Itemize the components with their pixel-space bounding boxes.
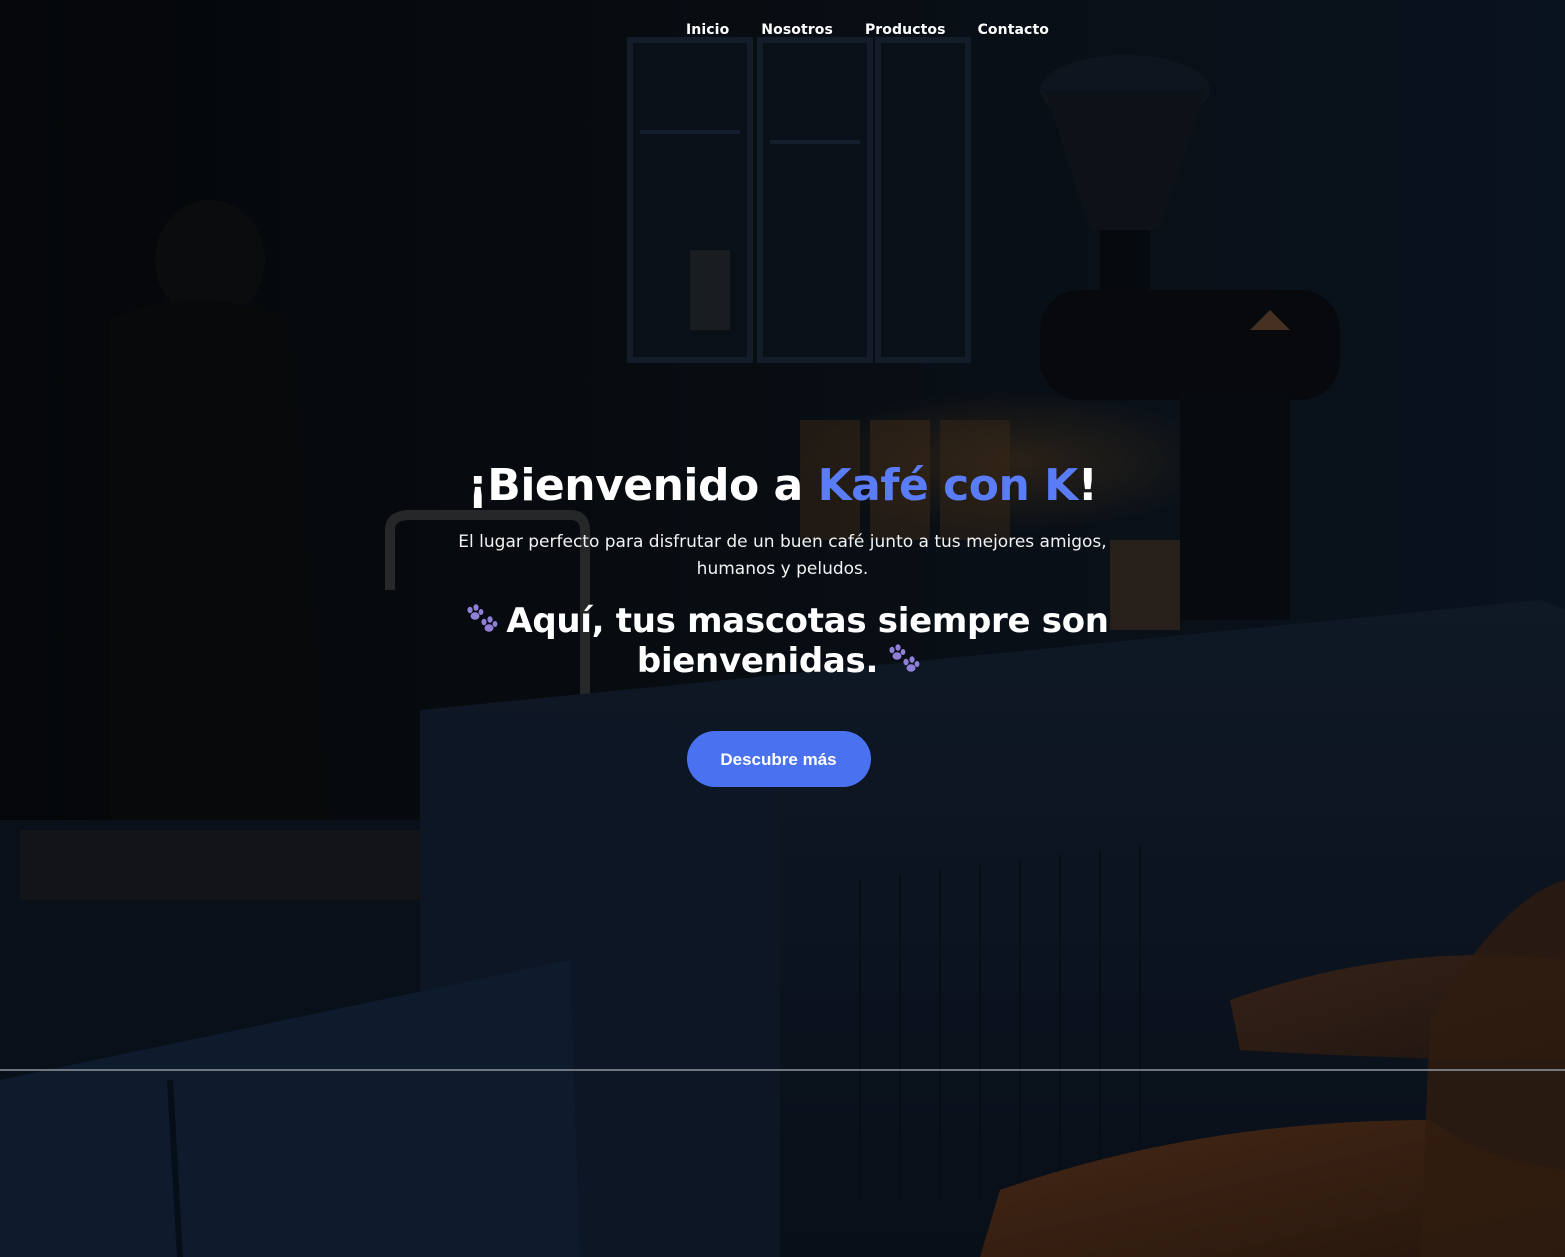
nav-list: Inicio Nosotros Productos Contacto bbox=[686, 22, 1049, 38]
nav-link-inicio[interactable]: Inicio bbox=[686, 22, 729, 38]
nav-link-nosotros[interactable]: Nosotros bbox=[761, 22, 833, 38]
hero-section: ¡Bienvenido a Kafé con K! El lugar perfe… bbox=[0, 455, 1565, 787]
nav-link-contacto[interactable]: Contacto bbox=[978, 22, 1049, 38]
landing-page: Inicio Nosotros Productos Contacto ¡Bien… bbox=[0, 0, 1565, 1257]
section-divider bbox=[0, 1069, 1565, 1071]
paw-prints-icon bbox=[462, 604, 500, 638]
hero-tagline: Aquí, tus mascotas siempre son bienvenid… bbox=[506, 601, 1109, 681]
nav-link-productos[interactable]: Productos bbox=[865, 22, 946, 38]
hero-title-suffix: ! bbox=[1077, 460, 1098, 511]
paw-prints-icon bbox=[884, 644, 922, 678]
hero-tagline-block: Aquí, tus mascotas siempre son bienvenid… bbox=[438, 601, 1128, 681]
discover-more-button[interactable]: Descubre más bbox=[686, 731, 871, 787]
hero-description: El lugar perfecto para disfrutar de un b… bbox=[458, 532, 1107, 579]
hero-title: ¡Bienvenido a Kafé con K! bbox=[0, 455, 1565, 517]
hero-title-prefix: ¡Bienvenido a bbox=[467, 460, 818, 511]
main-nav: Inicio Nosotros Productos Contacto bbox=[0, 22, 1565, 38]
brand-name: Kafé con K bbox=[817, 460, 1079, 511]
